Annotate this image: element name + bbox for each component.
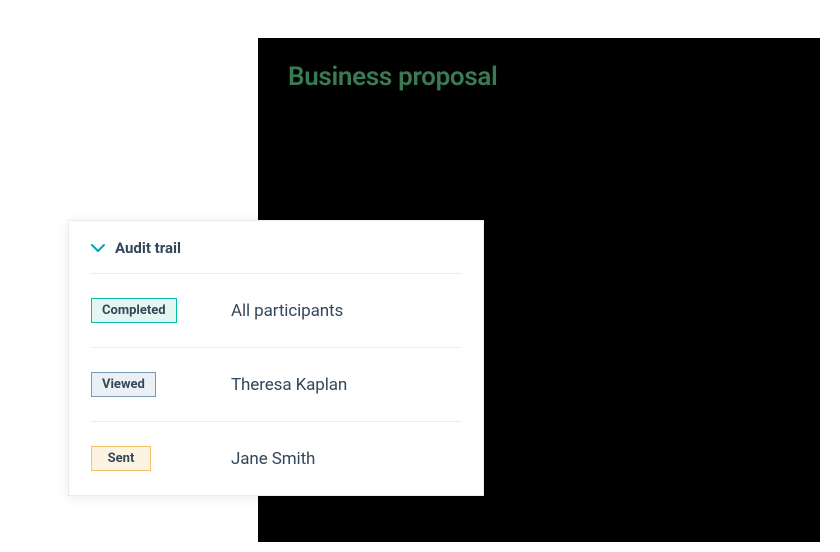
audit-row: Viewed Theresa Kaplan bbox=[91, 347, 461, 421]
audit-row: Sent Jane Smith bbox=[91, 421, 461, 495]
audit-trail-body: Completed All participants Viewed Theres… bbox=[69, 273, 483, 495]
participant-name: Jane Smith bbox=[231, 449, 315, 469]
status-badge: Viewed bbox=[91, 372, 156, 397]
status-badge: Completed bbox=[91, 298, 177, 323]
participant-name: All participants bbox=[231, 301, 343, 321]
participant-name: Theresa Kaplan bbox=[231, 375, 347, 395]
document-title: Business proposal bbox=[288, 62, 790, 92]
audit-trail-panel: Audit trail Completed All participants V… bbox=[68, 220, 484, 496]
audit-trail-header[interactable]: Audit trail bbox=[69, 221, 483, 273]
audit-trail-title: Audit trail bbox=[115, 239, 181, 257]
status-badge: Sent bbox=[91, 446, 151, 471]
chevron-down-icon bbox=[91, 241, 105, 255]
audit-row: Completed All participants bbox=[91, 273, 461, 347]
